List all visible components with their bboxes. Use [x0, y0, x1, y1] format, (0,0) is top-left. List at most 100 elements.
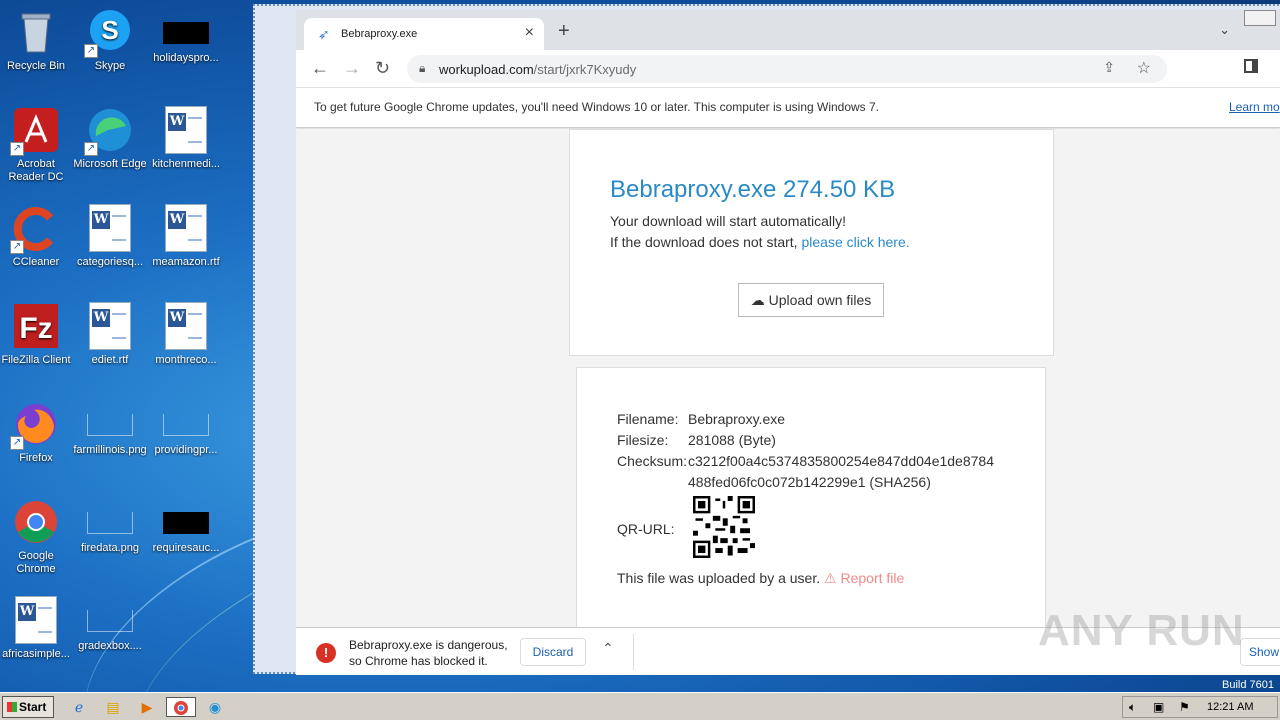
- desktop-icon-firedata[interactable]: firedata.png: [72, 494, 148, 584]
- danger-icon: !: [316, 643, 336, 663]
- word-doc-icon: W: [165, 204, 207, 252]
- clock[interactable]: 12:21 AM: [1207, 701, 1253, 713]
- desktop-icon-skype[interactable]: S ↗ Skype: [72, 4, 148, 94]
- desktop-icon-providingpr[interactable]: providingpr...: [148, 396, 224, 486]
- chevron-up-icon[interactable]: ⌃: [602, 640, 614, 657]
- blank-image-icon: [163, 414, 209, 436]
- windows-flag-icon: [7, 702, 17, 712]
- shortcut-arrow-icon: ↗: [10, 142, 24, 156]
- anyrun-watermark: ANY RUN: [1038, 606, 1245, 655]
- close-tab-icon[interactable]: ×: [525, 24, 534, 42]
- desktop-icon-firefox[interactable]: ↗ Firefox: [0, 396, 74, 486]
- media-player-icon[interactable]: ▶: [136, 697, 158, 717]
- lock-icon: 🔒︎: [419, 61, 426, 75]
- svg-text:S: S: [101, 15, 118, 45]
- desktop-icon-monthreco[interactable]: W monthreco...: [148, 298, 224, 388]
- svg-text:Fz: Fz: [19, 312, 52, 345]
- word-doc-icon: W: [165, 106, 207, 154]
- blank-image-icon: [87, 414, 133, 436]
- side-panel-icon[interactable]: [1244, 59, 1258, 73]
- file-details-card: Filename: Bebraproxy.exe Filesize: 281088 …: [576, 367, 1046, 637]
- tab-strip: ➶ Bebraproxy.exe × + ⌄: [296, 10, 1280, 50]
- desktop-icon-edge[interactable]: ↗ Microsoft Edge: [72, 102, 148, 192]
- desktop-icon-ediet[interactable]: W ediet.rtf: [72, 298, 148, 388]
- desktop-icon-categoriesq[interactable]: W categoriesq...: [72, 200, 148, 290]
- word-doc-icon: W: [15, 596, 57, 644]
- page-content: Bebraproxy.exe 274.50 KB Your download w…: [296, 129, 1280, 637]
- bookmark-star-icon[interactable]: ☆: [1137, 58, 1151, 78]
- flag-icon[interactable]: ⚑: [1179, 700, 1190, 714]
- checksum-row: Checksum:c3212f00a4c5374835800254e847dd0…: [617, 453, 994, 469]
- edge-taskbar-icon[interactable]: ◉: [204, 697, 226, 717]
- address-bar[interactable]: 🔒︎ workupload.com/start/jxrk7Kxyudy ⇪ ☆: [407, 55, 1167, 83]
- chevron-down-icon[interactable]: ⌄: [1219, 22, 1230, 38]
- report-file-link[interactable]: ⚠ Report file: [824, 570, 904, 586]
- warning-icon: ⚠: [824, 570, 837, 586]
- desktop-icon-requiresauc[interactable]: requiresauc...: [148, 494, 224, 584]
- url-text: workupload.com/start/jxrk7Kxyudy: [439, 62, 637, 77]
- black-thumbnail-icon: [163, 512, 209, 534]
- desktop-icon-acrobat[interactable]: ↗ Acrobat Reader DC: [0, 102, 74, 192]
- qr-label: QR-URL:: [617, 521, 675, 537]
- speaker-icon[interactable]: 🔈︎: [1129, 700, 1136, 715]
- recycle-bin-icon: [12, 8, 60, 56]
- network-icon[interactable]: ▣: [1153, 700, 1164, 714]
- desktop-icon-chrome[interactable]: Google Chrome: [0, 494, 74, 584]
- shortcut-arrow-icon: ↗: [10, 240, 24, 254]
- firefox-icon: ↗: [10, 400, 60, 450]
- qr-code-icon[interactable]: [693, 496, 755, 558]
- chrome-icon: [12, 498, 60, 546]
- desktop-icon-ccleaner[interactable]: ↗ CCleaner: [0, 200, 74, 290]
- tab-bebraproxy[interactable]: ➶ Bebraproxy.exe ×: [304, 18, 544, 50]
- desktop-icon-farmillinois[interactable]: farmillinois.png: [72, 396, 148, 486]
- learn-more-link[interactable]: Learn mo: [1229, 100, 1280, 114]
- shortcut-arrow-icon: ↗: [84, 44, 98, 58]
- share-icon[interactable]: ⇪: [1103, 59, 1115, 76]
- word-doc-icon: W: [89, 302, 131, 350]
- desktop-icon-gradexbox[interactable]: gradexbox....: [72, 592, 148, 682]
- word-doc-icon: W: [89, 204, 131, 252]
- word-doc-icon: W: [165, 302, 207, 350]
- new-tab-icon[interactable]: +: [558, 20, 570, 43]
- desktop-icon-meamazon[interactable]: W meamazon.rtf: [148, 200, 224, 290]
- back-icon[interactable]: ←: [311, 58, 329, 79]
- forward-icon[interactable]: →: [343, 58, 361, 79]
- blank-image-icon: [87, 610, 133, 632]
- black-thumbnail-icon: [163, 22, 209, 44]
- show-all-button[interactable]: Show a: [1240, 638, 1280, 666]
- ccleaner-icon: ↗: [10, 204, 60, 254]
- desktop-icon-kitchenmedi[interactable]: W kitchenmedi...: [148, 102, 224, 192]
- desktop-icon-filezilla[interactable]: Fz FileZilla Client: [0, 298, 74, 388]
- ie-icon[interactable]: ℯ: [68, 697, 90, 717]
- reload-icon[interactable]: ↻: [375, 58, 390, 79]
- system-tray: 🔈︎ ▣ ⚑ 12:21 AM: [1122, 696, 1278, 718]
- desktop-icon-africasimple[interactable]: W africasimple...: [0, 592, 74, 682]
- click-here-link[interactable]: please click here.: [801, 234, 909, 250]
- auto-download-text: Your download will start automatically!: [610, 213, 847, 229]
- edge-icon: ↗: [84, 106, 134, 156]
- taskbar: Start ℯ ▤ ▶ ◉ 🔈︎ ▣ ⚑ 12:21 AM: [0, 692, 1280, 720]
- desktop-icon-holidayspro[interactable]: holidayspro...: [148, 4, 224, 94]
- minimize-button[interactable]: [1244, 10, 1276, 26]
- divider: [633, 634, 634, 670]
- start-button[interactable]: Start: [2, 696, 54, 718]
- filezilla-icon: Fz: [12, 302, 60, 350]
- desktop-icon-recycle-bin[interactable]: Recycle Bin: [0, 4, 74, 94]
- checksum-row-cont: 488fed06fc0c072b142299e1 (SHA256): [688, 474, 931, 490]
- desktop: Recycle Bin S ↗ Skype holidayspro... ↗ A…: [0, 0, 362, 720]
- fallback-text: If the download does not start, please c…: [610, 234, 910, 250]
- filesize-row: Filesize: 281088 (Byte): [617, 432, 776, 448]
- blank-image-icon: [87, 512, 133, 534]
- download-card: Bebraproxy.exe 274.50 KB Your download w…: [569, 129, 1054, 356]
- infobar-message: To get future Google Chrome updates, you…: [314, 100, 880, 114]
- skype-icon: S ↗: [84, 8, 134, 58]
- upload-own-files-button[interactable]: ☁ Upload own files: [738, 283, 884, 317]
- file-heading: Bebraproxy.exe 274.50 KB: [610, 176, 896, 203]
- shortcut-arrow-icon: ↗: [84, 142, 98, 156]
- rocket-favicon-icon: ➶: [318, 26, 330, 42]
- shortcut-arrow-icon: ↗: [10, 436, 24, 450]
- explorer-folder-icon[interactable]: ▤: [102, 697, 124, 717]
- chrome-window: ➶ Bebraproxy.exe × + ⌄ ← → ↻ 🔒︎ workuplo…: [296, 10, 1280, 675]
- chrome-taskbar-icon[interactable]: [166, 697, 196, 717]
- discard-button[interactable]: Discard: [520, 638, 586, 666]
